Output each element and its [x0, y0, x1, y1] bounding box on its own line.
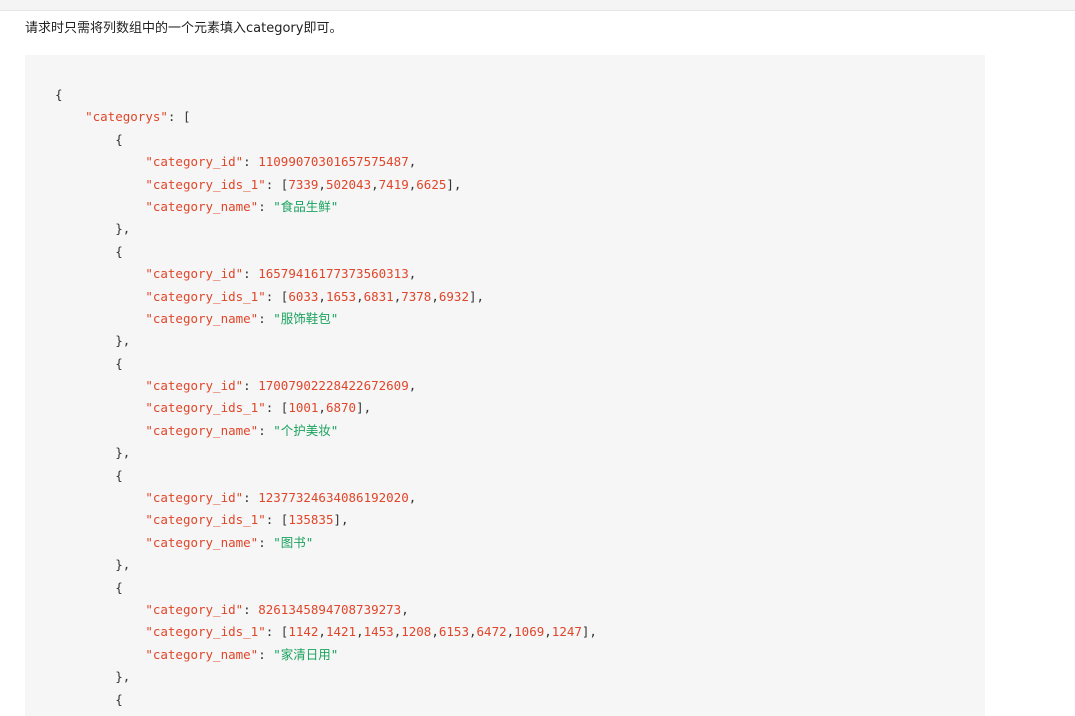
- code-line-category-id: "category_id": 11099070301657575487,: [145, 154, 417, 170]
- code-line-open-root: {: [55, 87, 63, 102]
- code-line-item-open: {: [55, 579, 123, 595]
- code-line-item-close: },: [55, 557, 131, 573]
- code-line-category-id: "category_id": 17007902228422672609,: [145, 378, 417, 394]
- code-line-category-id: "category_id": 12377324634086192020,: [145, 490, 417, 506]
- code-line-item-open: {: [55, 243, 123, 259]
- code-line-item-open: {: [55, 691, 123, 707]
- code-line-category-name: "category_name": "服饰鞋包": [145, 310, 339, 326]
- code-line-item-open: {: [55, 355, 123, 371]
- code-line-item-open: {: [55, 131, 123, 147]
- code-line-category-name: "category_name": "家清日用": [145, 646, 339, 662]
- intro-text: 请求时只需将列数组中的一个元素填入category即可。: [25, 21, 343, 36]
- code-line-category-ids: "category_ids_1": [1001,6870],: [145, 400, 372, 416]
- code-line-root-key: "categorys": [: [85, 109, 191, 125]
- json-code-block: { "categorys": [ { "category_id": 110990…: [25, 55, 985, 716]
- code-line-item-open: {: [55, 467, 123, 483]
- code-line-category-ids: "category_ids_1": [135835],: [145, 512, 349, 528]
- code-line-category-name: "category_name": "图书": [145, 534, 314, 550]
- code-line-category-name: "category_name": "食品生鲜": [145, 198, 339, 214]
- json-code-content: { "categorys": [ { "category_id": 110990…: [55, 84, 597, 711]
- code-line-category-name: "category_name": "个护美妆": [145, 422, 339, 438]
- code-line-category-ids: "category_ids_1": [6033,1653,6831,7378,6…: [145, 288, 485, 304]
- code-line-category-ids: "category_ids_1": [1142,1421,1453,1208,6…: [145, 624, 597, 640]
- code-line-category-id: "category_id": 8261345894708739273,: [145, 601, 409, 617]
- code-line-item-close: },: [55, 333, 131, 349]
- code-line-item-close: },: [55, 669, 131, 685]
- code-line-category-id: "category_id": 16579416177373560313,: [145, 266, 417, 282]
- top-band: [0, 0, 1075, 11]
- code-line-item-close: },: [55, 445, 131, 461]
- code-line-category-ids: "category_ids_1": [7339,502043,7419,6625…: [145, 176, 462, 192]
- code-line-item-close: },: [55, 221, 131, 237]
